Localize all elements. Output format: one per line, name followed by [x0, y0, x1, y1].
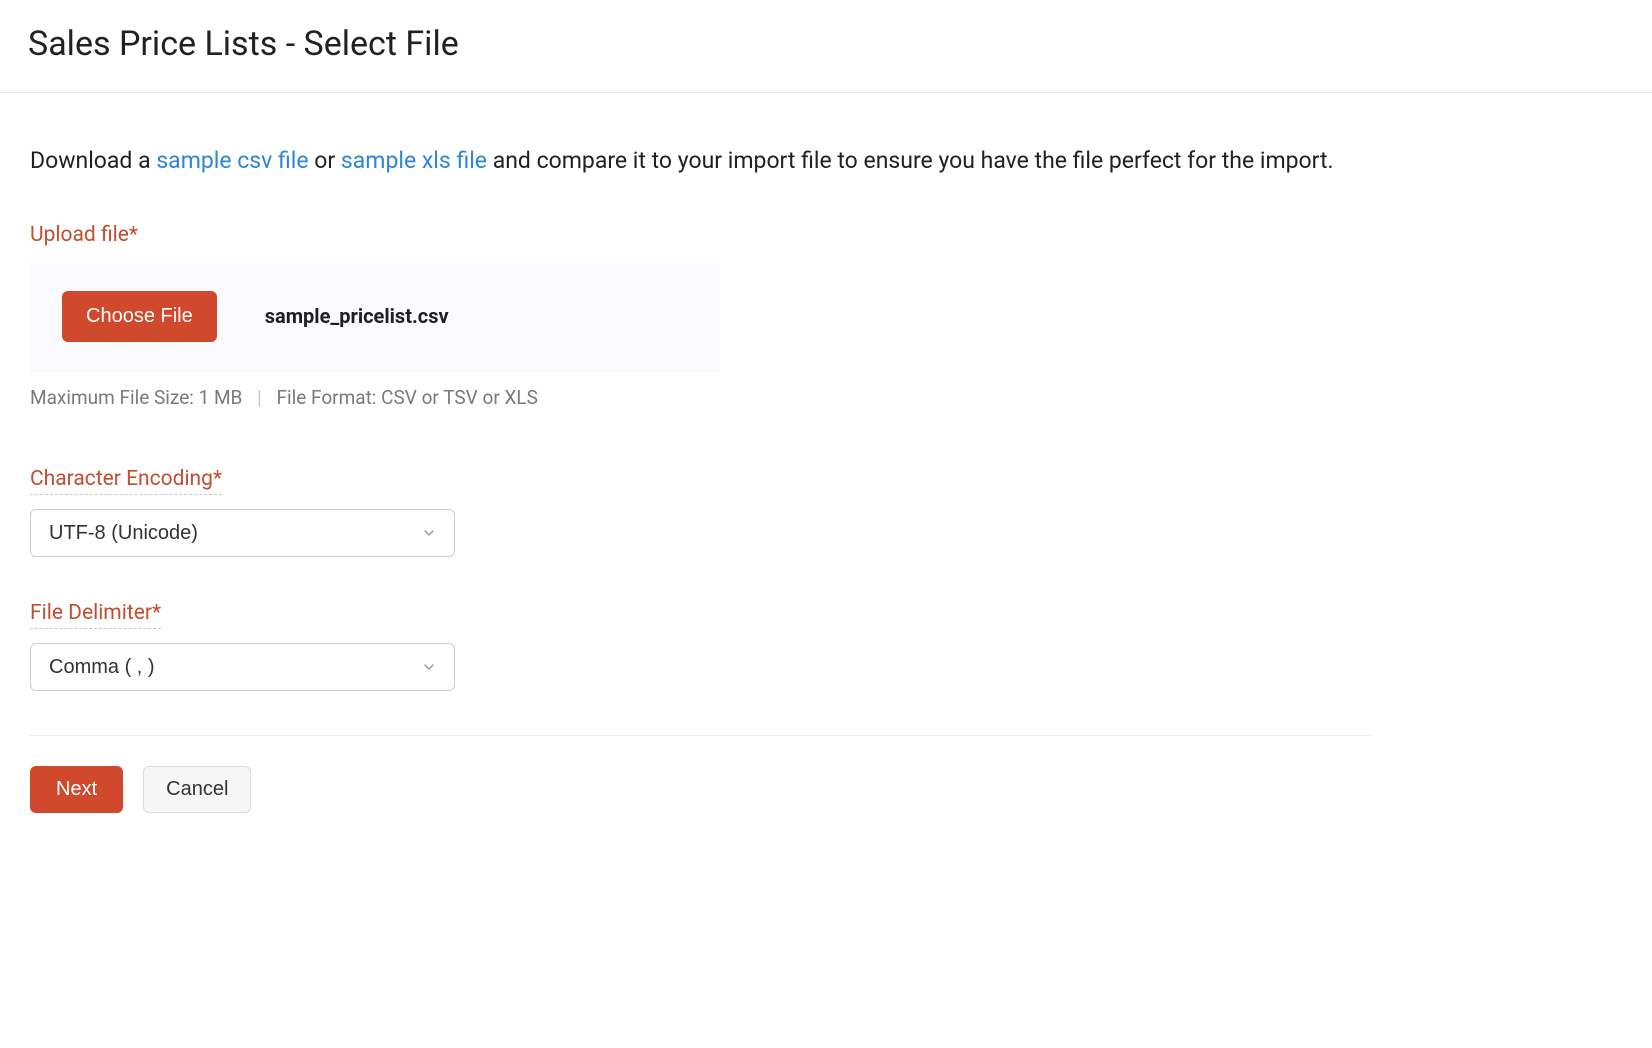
- selected-filename: sample_pricelist.csv: [265, 304, 449, 328]
- upload-section: Upload file* Choose File sample_pricelis…: [30, 223, 1372, 409]
- footer-actions: Next Cancel: [30, 766, 1372, 813]
- cancel-button[interactable]: Cancel: [143, 766, 251, 813]
- upload-box: Choose File sample_pricelist.csv: [30, 261, 720, 372]
- character-encoding-label: Character Encoding*: [30, 467, 222, 495]
- page-content: Download a sample csv file or sample xls…: [0, 93, 1400, 853]
- character-encoding-select[interactable]: UTF-8 (Unicode): [30, 509, 455, 557]
- page-title: Sales Price Lists - Select File: [28, 24, 1624, 64]
- footer-separator: [30, 735, 1372, 736]
- file-delimiter-select[interactable]: Comma ( , ): [30, 643, 455, 691]
- sample-csv-link[interactable]: sample csv file: [156, 147, 308, 174]
- intro-text: Download a sample csv file or sample xls…: [30, 143, 1372, 179]
- sample-xls-link[interactable]: sample xls file: [341, 147, 487, 174]
- file-hint: Maximum File Size: 1 MB | File Format: C…: [30, 386, 1372, 409]
- intro-prefix: Download a: [30, 147, 156, 174]
- file-hint-format: File Format: CSV or TSV or XLS: [276, 386, 537, 409]
- file-hint-size: Maximum File Size: 1 MB: [30, 386, 242, 409]
- encoding-section: Character Encoding* UTF-8 (Unicode): [30, 467, 1372, 557]
- intro-suffix: and compare it to your import file to en…: [487, 147, 1334, 174]
- choose-file-button[interactable]: Choose File: [62, 291, 217, 342]
- page-header: Sales Price Lists - Select File: [0, 0, 1652, 93]
- next-button[interactable]: Next: [30, 766, 123, 813]
- delimiter-section: File Delimiter* Comma ( , ): [30, 601, 1372, 691]
- file-hint-divider: |: [257, 386, 262, 409]
- intro-mid: or: [309, 147, 341, 174]
- upload-file-label: Upload file*: [30, 223, 138, 247]
- file-delimiter-label: File Delimiter*: [30, 601, 161, 629]
